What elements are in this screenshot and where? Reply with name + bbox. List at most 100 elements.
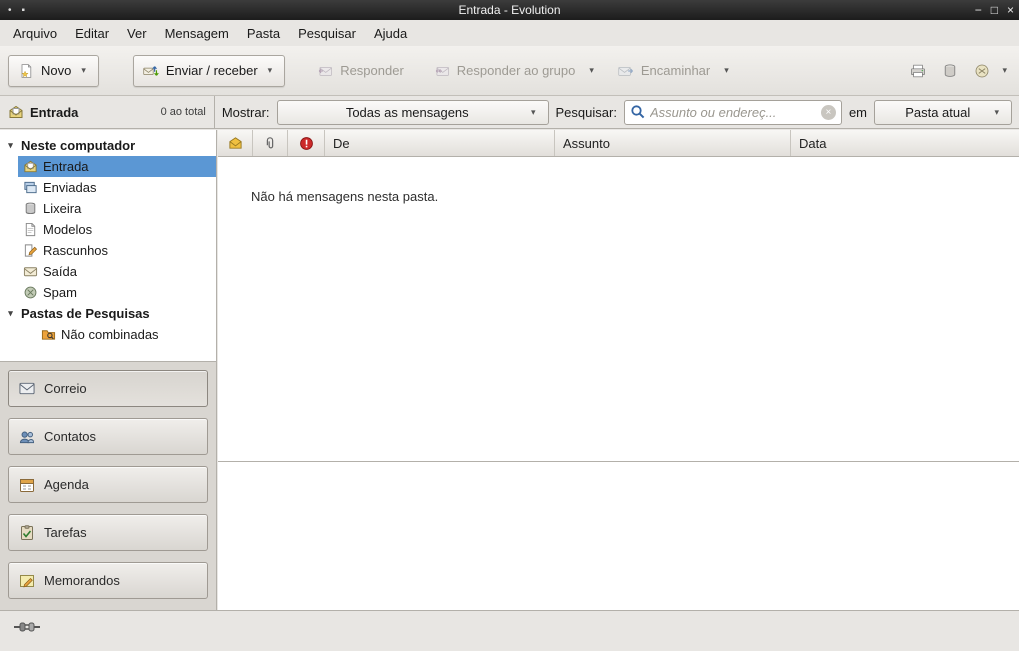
component-switcher: Correio Contatos Agenda Tarefas Memorand… xyxy=(0,361,216,610)
online-status-icon[interactable] xyxy=(12,620,42,637)
new-dropdown-icon[interactable]: ▾ xyxy=(78,65,89,76)
forward-button[interactable]: Encaminhar xyxy=(608,55,720,87)
switcher-agenda[interactable]: Agenda xyxy=(8,466,208,503)
forward-icon xyxy=(618,63,634,79)
tasks-icon xyxy=(19,525,35,541)
toolbar: Novo ▾ Enviar / receber ▾ Responder Resp… xyxy=(0,46,1019,96)
menubar: Arquivo Editar Ver Mensagem Pasta Pesqui… xyxy=(0,20,1019,46)
switcher-tarefas-label: Tarefas xyxy=(44,525,87,540)
folder-tree: ▾ Neste computador Entrada Enviadas Lixe… xyxy=(0,130,216,361)
junk-button[interactable] xyxy=(966,57,998,85)
inbox-icon xyxy=(8,104,24,120)
column-data[interactable]: Data xyxy=(791,130,1019,156)
paperclip-icon xyxy=(262,135,278,151)
sent-icon xyxy=(22,180,38,196)
column-assunto[interactable]: Assunto xyxy=(555,130,791,156)
send-receive-dropdown-icon[interactable]: ▾ xyxy=(265,65,276,76)
search-scope-dropdown-icon: ▾ xyxy=(991,107,1002,118)
window-title: Entrada - Evolution xyxy=(0,0,1019,20)
tree-group-computer-label: Neste computador xyxy=(21,138,135,153)
filter-row: Entrada 0 ao total Mostrar: Todas as men… xyxy=(0,96,1019,129)
new-button-label: Novo xyxy=(41,63,71,78)
folder-spam[interactable]: Spam xyxy=(18,282,216,303)
templates-icon xyxy=(22,222,38,238)
toolbar-overflow-icon[interactable]: ▾ xyxy=(998,58,1011,83)
message-list[interactable]: Não há mensagens nesta pasta. xyxy=(218,157,1019,461)
maximize-icon[interactable]: □ xyxy=(991,0,998,20)
contacts-icon xyxy=(19,429,35,445)
preview-pane[interactable] xyxy=(218,461,1019,610)
column-assunto-label: Assunto xyxy=(563,136,610,151)
folder-nao-combinadas[interactable]: Não combinadas xyxy=(36,324,216,345)
switcher-tarefas[interactable]: Tarefas xyxy=(8,514,208,551)
folder-entrada[interactable]: Entrada xyxy=(18,156,216,177)
search-label: Pesquisar: xyxy=(556,105,617,120)
message-pane: De Assunto Data Não há mensagens nesta p… xyxy=(218,130,1019,610)
folder-saida[interactable]: Saída xyxy=(18,261,216,282)
show-label: Mostrar: xyxy=(222,105,270,120)
folder-entrada-label: Entrada xyxy=(43,159,89,174)
show-filter-dropdown-icon: ▾ xyxy=(528,107,539,118)
menu-editar[interactable]: Editar xyxy=(66,22,118,45)
junk-icon xyxy=(974,63,990,79)
folder-modelos-label: Modelos xyxy=(43,222,92,237)
tree-group-search-folders[interactable]: ▾ Pastas de Pesquisas xyxy=(0,303,216,324)
new-button[interactable]: Novo ▾ xyxy=(8,55,99,87)
reply-button-label: Responder xyxy=(340,63,404,78)
menu-ver[interactable]: Ver xyxy=(118,22,156,45)
folder-enviadas[interactable]: Enviadas xyxy=(18,177,216,198)
folder-modelos[interactable]: Modelos xyxy=(18,219,216,240)
menu-ajuda[interactable]: Ajuda xyxy=(365,22,416,45)
switcher-correio-label: Correio xyxy=(44,381,87,396)
minimize-icon[interactable]: − xyxy=(975,0,982,20)
folder-enviadas-label: Enviadas xyxy=(43,180,96,195)
show-filter-dropdown[interactable]: Todas as mensagens ▾ xyxy=(277,100,549,125)
column-attachment[interactable] xyxy=(253,130,288,156)
expander-icon[interactable]: ▾ xyxy=(5,140,16,151)
switcher-contatos[interactable]: Contatos xyxy=(8,418,208,455)
tree-group-computer[interactable]: ▾ Neste computador xyxy=(0,135,216,156)
search-icon[interactable] xyxy=(630,104,646,120)
current-folder-name: Entrada xyxy=(30,105,78,120)
message-count: 0 ao total xyxy=(161,106,206,118)
switcher-correio[interactable]: Correio xyxy=(8,370,208,407)
folder-spam-label: Spam xyxy=(43,285,77,300)
forward-dropdown-icon[interactable]: ▾ xyxy=(720,58,733,83)
switcher-contatos-label: Contatos xyxy=(44,429,96,444)
priority-icon xyxy=(298,135,314,151)
column-data-label: Data xyxy=(799,136,826,151)
search-input[interactable] xyxy=(650,105,817,120)
folder-rascunhos[interactable]: Rascunhos xyxy=(18,240,216,261)
column-de[interactable]: De xyxy=(325,130,555,156)
send-receive-label: Enviar / receber xyxy=(166,63,258,78)
menu-pesquisar[interactable]: Pesquisar xyxy=(289,22,365,45)
close-icon[interactable]: × xyxy=(1007,0,1014,20)
menu-mensagem[interactable]: Mensagem xyxy=(156,22,238,45)
print-button[interactable] xyxy=(902,57,934,85)
column-priority[interactable] xyxy=(288,130,325,156)
expander-icon[interactable]: ▾ xyxy=(5,308,16,319)
inbox-icon xyxy=(22,159,38,175)
reply-icon xyxy=(317,63,333,79)
reply-group-button[interactable]: Responder ao grupo xyxy=(424,55,586,87)
reply-all-icon xyxy=(434,63,450,79)
column-status[interactable] xyxy=(218,130,253,156)
clear-search-icon[interactable]: × xyxy=(821,105,836,120)
sidebar: ▾ Neste computador Entrada Enviadas Lixe… xyxy=(0,130,217,610)
search-box: × xyxy=(624,100,842,125)
outbox-icon xyxy=(22,264,38,280)
folder-lixeira[interactable]: Lixeira xyxy=(18,198,216,219)
printer-icon xyxy=(910,63,926,79)
scope-in-label: em xyxy=(849,105,867,120)
menu-arquivo[interactable]: Arquivo xyxy=(4,22,66,45)
folder-saida-label: Saída xyxy=(43,264,77,279)
search-scope-dropdown[interactable]: Pasta atual ▾ xyxy=(874,100,1012,125)
switcher-memorandos[interactable]: Memorandos xyxy=(8,562,208,599)
delete-button[interactable] xyxy=(934,57,966,85)
tree-group-search-folders-label: Pastas de Pesquisas xyxy=(21,306,150,321)
reply-button[interactable]: Responder xyxy=(307,55,414,87)
send-receive-button[interactable]: Enviar / receber ▾ xyxy=(133,55,285,87)
menu-pasta[interactable]: Pasta xyxy=(238,22,289,45)
reply-group-label: Responder ao grupo xyxy=(457,63,576,78)
reply-group-dropdown-icon[interactable]: ▾ xyxy=(585,58,598,83)
